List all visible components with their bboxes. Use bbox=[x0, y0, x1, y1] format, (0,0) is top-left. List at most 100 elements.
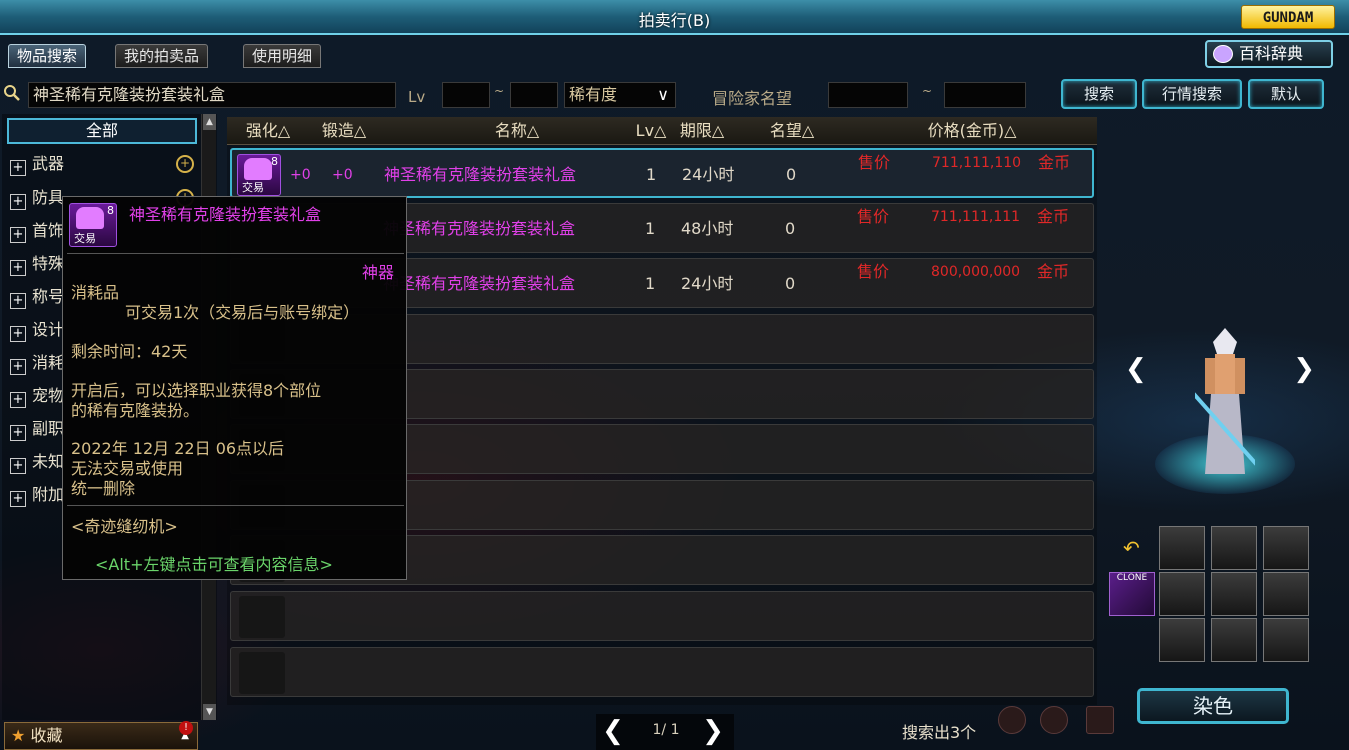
favorites-button[interactable]: ★ 收藏 ▲ ! bbox=[4, 721, 198, 750]
category-weapon[interactable]: + 武器 + bbox=[7, 149, 202, 179]
col-lv[interactable]: Lv△ bbox=[631, 117, 671, 145]
tooltip-item-name: 神圣稀有克隆装扮套装礼盒 bbox=[129, 205, 322, 224]
row-lv: 1 bbox=[645, 274, 656, 293]
fame-max-input[interactable] bbox=[944, 82, 1026, 108]
clone-slot[interactable]: CLONE bbox=[1109, 572, 1155, 616]
row-sale-label: 售价 bbox=[857, 207, 890, 226]
settings-icon[interactable] bbox=[998, 706, 1026, 734]
lv-min-input[interactable] bbox=[442, 82, 490, 108]
category-label: 特殊 bbox=[32, 254, 65, 273]
dye-button[interactable]: 染色 bbox=[1137, 688, 1289, 724]
table-row[interactable]: 8 交易 +0 +0 神圣稀有克隆装扮套装礼盒 1 24小时 0 售价 711,… bbox=[230, 148, 1094, 198]
row-sale-label: 售价 bbox=[858, 153, 891, 172]
col-enhance[interactable]: 强化△ bbox=[233, 117, 303, 145]
zoom-in-icon[interactable]: + bbox=[176, 155, 194, 173]
row-price: 800,000,000 bbox=[931, 264, 1021, 280]
divider bbox=[67, 505, 404, 506]
gift-box-icon: 8 交易 bbox=[237, 154, 281, 196]
avatar-slot-neck[interactable] bbox=[1159, 572, 1205, 616]
row-forge: +0 bbox=[332, 167, 353, 183]
item-count: 8 bbox=[107, 204, 114, 217]
expand-icon: + bbox=[10, 326, 26, 342]
col-period[interactable]: 期限△ bbox=[667, 117, 737, 145]
row-sale-label: 售价 bbox=[857, 262, 890, 281]
row-enhance: +0 bbox=[290, 167, 311, 183]
tooltip-expire-3: 统一删除 bbox=[71, 479, 136, 498]
item-count: 8 bbox=[271, 155, 278, 168]
lv-label: Lv bbox=[408, 88, 426, 106]
encyclopedia-label: 百科辞典 bbox=[1239, 44, 1304, 63]
avatar-slot-hair[interactable] bbox=[1159, 526, 1205, 570]
col-name[interactable]: 名称△ bbox=[467, 117, 567, 145]
fame-label: 冒险家名望 bbox=[712, 89, 793, 108]
rarity-select[interactable]: 稀有度 ∨ bbox=[564, 82, 676, 108]
expand-icon: + bbox=[10, 160, 26, 176]
tooltip-expire-1: 2022年 12月 22日 06点以后 bbox=[71, 439, 285, 458]
category-label: 称号 bbox=[32, 287, 65, 306]
fame-range-sep: ~ bbox=[922, 84, 933, 98]
scroll-up-icon[interactable]: ▲ bbox=[203, 114, 216, 130]
row-name: 神圣稀有克隆装扮套装礼盒 bbox=[383, 274, 576, 293]
avatar-slot-belt[interactable] bbox=[1159, 618, 1205, 662]
category-label: 未知 bbox=[32, 452, 65, 471]
next-page-icon[interactable]: ❯ bbox=[700, 716, 726, 746]
row-price: 711,111,110 bbox=[932, 155, 1022, 171]
scroll-down-icon[interactable]: ▼ bbox=[203, 704, 216, 720]
tooltip-desc-1: 开启后，可以选择职业获得8个部位 bbox=[71, 381, 322, 400]
tab-my-auctions[interactable]: 我的拍卖品 bbox=[115, 44, 209, 68]
expand-icon: + bbox=[10, 425, 26, 441]
row-fame: 0 bbox=[785, 274, 796, 293]
tooltip-rarity: 神器 bbox=[361, 263, 394, 282]
avatar-slot-coat[interactable] bbox=[1211, 572, 1257, 616]
row-period: 24小时 bbox=[681, 274, 734, 293]
col-forge[interactable]: 锻造△ bbox=[309, 117, 379, 145]
expand-icon: + bbox=[10, 227, 26, 243]
tooltip-type: 消耗品 bbox=[71, 283, 120, 302]
row-lv: 1 bbox=[646, 165, 657, 184]
row-currency: 金币 bbox=[1038, 153, 1071, 172]
col-fame[interactable]: 名望△ bbox=[757, 117, 827, 145]
tab-usage-details[interactable]: 使用明细 bbox=[243, 44, 322, 68]
clone-label: CLONE bbox=[1116, 573, 1148, 583]
rarity-select-label: 稀有度 bbox=[569, 85, 618, 104]
title-bar: 拍卖行(B) GUNDAM bbox=[0, 0, 1349, 35]
expand-icon: + bbox=[10, 293, 26, 309]
tooltip-hint: <Alt+左键点击可查看内容信息> bbox=[95, 555, 333, 574]
rotate-left-icon[interactable]: ❮ bbox=[1125, 354, 1147, 384]
expand-icon: + bbox=[10, 194, 26, 210]
category-label: 武器 bbox=[32, 154, 65, 173]
expand-icon: + bbox=[10, 491, 26, 507]
category-all[interactable]: 全部 bbox=[7, 118, 197, 144]
lv-max-input[interactable] bbox=[510, 82, 558, 108]
tooltip-desc-2: 的稀有克隆装扮。 bbox=[71, 401, 200, 420]
encyclopedia-icon bbox=[1213, 45, 1233, 63]
avatar-slot-shoes[interactable] bbox=[1263, 618, 1309, 662]
tooltip-source: <奇迹缝纫机> bbox=[71, 517, 178, 536]
row-period: 48小时 bbox=[681, 219, 734, 238]
rotate-right-icon[interactable]: ❯ bbox=[1293, 354, 1315, 384]
search-input[interactable]: 神圣稀有克隆装扮套装礼盒 bbox=[28, 82, 396, 108]
page-indicator: 1/ 1 bbox=[652, 722, 680, 738]
prev-page-icon[interactable]: ❮ bbox=[600, 716, 626, 746]
character-avatar bbox=[1195, 328, 1255, 474]
avatar-slot-skin[interactable] bbox=[1263, 572, 1309, 616]
category-label: 副职 bbox=[32, 419, 65, 438]
row-currency: 金币 bbox=[1037, 207, 1070, 226]
swap-icon[interactable]: ↶ bbox=[1123, 536, 1140, 560]
fame-min-input[interactable] bbox=[828, 82, 908, 108]
item-trade-label: 交易 bbox=[74, 232, 96, 245]
avatar-slot-cap[interactable] bbox=[1211, 526, 1257, 570]
category-label: 设计 bbox=[32, 320, 65, 339]
avatar-slot-pants[interactable] bbox=[1211, 618, 1257, 662]
tab-item-search[interactable]: 物品搜索 bbox=[8, 44, 87, 68]
avatar-slot-face[interactable] bbox=[1263, 526, 1309, 570]
result-count: 搜索出3个 bbox=[902, 723, 977, 742]
pagination: ❮ 1/ 1 ❯ bbox=[596, 714, 734, 750]
favorites-label: 收藏 bbox=[30, 726, 63, 745]
row-name: 神圣稀有克隆装扮套装礼盒 bbox=[383, 219, 576, 238]
category-label: 宠物 bbox=[32, 386, 65, 405]
category-label: 首饰 bbox=[32, 221, 65, 240]
character-icon[interactable] bbox=[1040, 706, 1068, 734]
expand-icon: + bbox=[10, 458, 26, 474]
encyclopedia-button[interactable]: 百科辞典 bbox=[1205, 40, 1333, 68]
